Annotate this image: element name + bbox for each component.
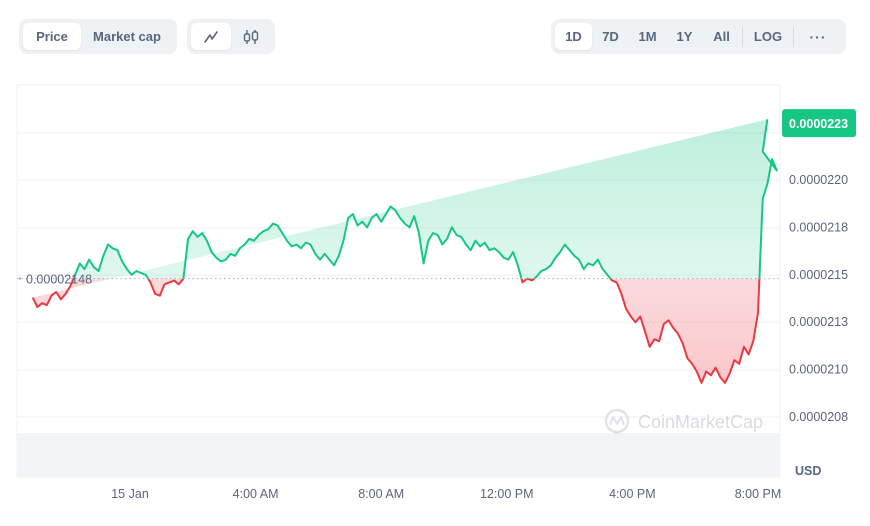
x-tick-label: 4:00 AM [233, 487, 279, 501]
x-tick-label: 8:00 AM [358, 487, 404, 501]
x-tick-label: 8:00 PM [735, 487, 782, 501]
y-tick-label: 0.0000220 [789, 173, 848, 187]
y-tick-label: 0.0000208 [789, 410, 848, 424]
y-tick-label: 0.0000215 [789, 268, 848, 282]
x-tick-label: 15 Jan [111, 487, 149, 501]
baseline-dot [18, 277, 22, 280]
current-price-badge: 0.0000223 [782, 109, 856, 138]
y-axis: 0.0000220 0.0000218 0.0000215 0.0000213 0.00… [789, 173, 848, 424]
x-tick-label: 4:00 PM [609, 487, 656, 501]
currency-label: USD [795, 464, 821, 478]
current-price-value: 0.0000223 [789, 117, 848, 131]
watermark-text: CoinMarketCap [638, 412, 763, 432]
volume-area [17, 433, 780, 477]
y-tick-label: 0.0000210 [789, 363, 848, 377]
x-tick-label: 12:00 PM [480, 487, 534, 501]
baseline-label: 0.00002148 [26, 273, 92, 287]
x-axis: 15 Jan 4:00 AM 8:00 AM 12:00 PM 4:00 PM 8:00 … [111, 487, 781, 501]
y-tick-label: 0.0000218 [789, 220, 848, 234]
price-chart[interactable]: CoinMarketCap 0.00002148 0.00002200.0000… [0, 0, 870, 526]
y-tick-label: 0.0000213 [789, 315, 848, 329]
